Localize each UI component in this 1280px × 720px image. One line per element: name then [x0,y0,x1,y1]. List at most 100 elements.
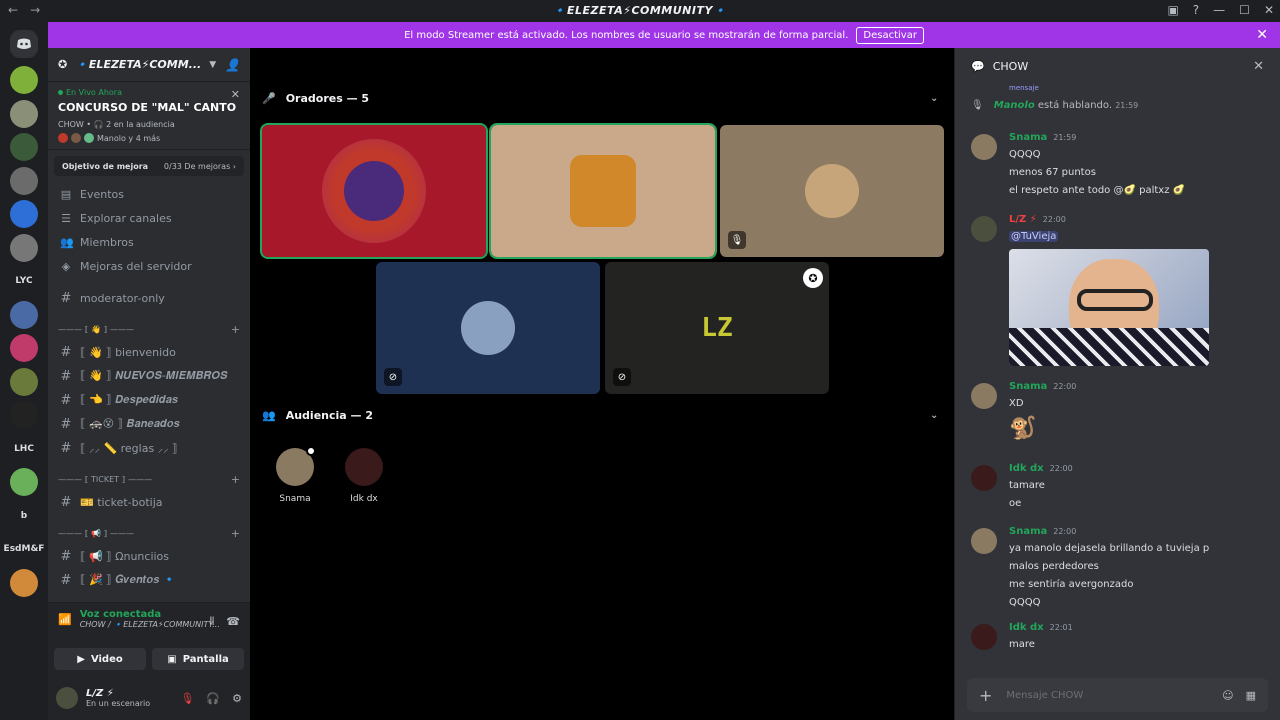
server-icon[interactable] [10,133,38,161]
invite-people-icon[interactable]: 👤 [225,58,240,72]
live-status: En Vivo Ahora [58,88,240,97]
audience-member[interactable]: Snama [275,446,316,504]
avatar[interactable] [971,528,997,554]
hash-icon: # [60,344,72,360]
menu-members[interactable]: 👥 Miembros [48,230,250,254]
live-stage-card[interactable]: En Vivo Ahora ✕ CONCURSO DE "MAL" CANTO … [48,82,250,150]
unread-hint[interactable]: mensaje [1009,84,1039,92]
channel-item[interactable]: # ⟦ 📢 ⟧ Ωnunciios [48,544,250,568]
mention[interactable]: @TuVieja [1009,231,1059,242]
category-announcements[interactable]: ——— ⟦ 📢 ⟧ ——— + [48,522,250,544]
video-button[interactable]: ▶ Video [54,648,146,670]
add-channel-icon[interactable]: + [231,527,240,540]
user-panel: L/Z ⚡ En un escenario 🎙 🎧 ⚙ [48,676,250,720]
server-icon[interactable] [10,568,38,597]
server-icon[interactable] [10,401,38,429]
menu-browse-channels[interactable]: ☰ Explorar canales [48,206,250,230]
server-header[interactable]: ✪ 🔹ELEZETA⚡COMM... ▼ 👤 [48,48,250,82]
chat-message: Idk dx 22:01 mare [971,622,1271,651]
mic-icon: 🎙 [728,231,746,249]
badge-icon [306,446,316,456]
hash-icon: # [60,290,72,306]
server-icon[interactable]: LHC [10,435,38,463]
avatar[interactable] [971,134,997,160]
server-icon[interactable] [10,66,38,94]
server-icon[interactable] [10,99,38,128]
channel-item[interactable]: # ⟦ 👈 ⟧ 𝑫𝒆𝒔𝒑𝒆𝒅𝒊𝒅𝒂𝒔 [48,388,250,412]
server-icon[interactable] [10,300,38,329]
category-welcome[interactable]: ——— ⟦ 👋 ⟧ ——— + [48,318,250,340]
server-name: 🔹ELEZETA⚡COMM... [75,58,202,71]
message-input[interactable]: Mensaje CHOW [1006,690,1083,701]
close-window-button[interactable]: ✕ [1264,3,1274,17]
mic-muted-icon[interactable]: 🎙 [180,692,194,705]
server-icon[interactable]: b [10,502,38,530]
chevron-down-icon[interactable]: ⌄ [930,93,938,104]
headphones-icon[interactable]: 🎧 [206,692,220,705]
stage-title: CONCURSO DE "MAL" CANTO [58,101,237,114]
avatar[interactable] [971,216,997,242]
noise-suppression-icon[interactable]: ⫴ [210,615,215,629]
boost-goal[interactable]: Objetivo de mejora 0/33 De mejoras › [54,156,244,176]
discord-home-icon[interactable] [10,30,38,58]
help-icon[interactable]: ? [1193,3,1199,17]
channel-item[interactable]: # ⟦ 👋 ⟧ bienvenido [48,340,250,364]
chat-message: Snama 22:00 XD 🐒 [971,381,1271,442]
channel-item[interactable]: # ⟦ 🚓😵 ⟧ 𝑩𝒂𝒏𝒆𝒂𝒅𝒐𝒔 [48,412,250,436]
speakers-header[interactable]: 🎤 Oradores — 5 ⌄ [262,92,938,105]
audience-header[interactable]: 👥 Audiencia — 2 ⌄ [262,409,938,422]
speaker-tile[interactable]: 🎙 [720,125,944,257]
gif-image[interactable] [1009,249,1209,366]
disconnect-icon[interactable]: ☎ [226,615,240,629]
chevron-down-icon[interactable]: ⌄ [930,410,938,421]
menu-events[interactable]: ▤ Eventos [48,182,250,206]
server-icon[interactable] [10,200,38,228]
gear-icon[interactable]: ⚙ [232,692,242,705]
deactivate-button[interactable]: Desactivar [856,26,924,44]
audience-member[interactable]: Idk dx [344,448,384,504]
avatar[interactable] [971,383,997,409]
moderator-icon: ✪ [803,268,823,288]
category-ticket[interactable]: ——— ⟦ TICKET ⟧ ——— + [48,468,250,490]
hash-icon: # [60,392,72,408]
hash-icon: # [60,368,72,384]
inbox-icon[interactable]: ▣ [1167,3,1178,17]
voice-channel[interactable]: CHOW / 🔹ELEZETA⚡COMMUNITY... [80,620,220,629]
channel-item[interactable]: # ⟦ 🎉 ⟧ 𝑮𝒗𝒆𝒏𝒕𝒐𝒔 🔹 [48,568,250,592]
avatar[interactable] [56,687,78,709]
emoji-icon[interactable]: ☺ [1222,689,1233,702]
message-composer[interactable]: + Mensaje CHOW ☺ ▦ [967,678,1268,712]
channel-item[interactable]: # 🎫 ticket-botija [48,490,250,514]
stage-area: 🎤 Oradores — 5 ⌄ 🎙 ⊘ LZ ✪ ⊘ 👥 Audiencia … [250,48,954,720]
server-icon[interactable] [10,233,38,262]
channel-item[interactable]: # ⟦ 👋 ⟧ 𝑵𝑼𝑬𝑽𝑶𝑺-𝑴𝑰𝑬𝑴𝑩𝑹𝑶𝑺 [48,364,250,388]
screen-share-button[interactable]: ▣ Pantalla [152,648,244,670]
speaker-tile[interactable] [489,123,717,259]
monkey-emoji: 🐒 [1009,416,1037,441]
server-icon[interactable] [10,166,38,195]
add-channel-icon[interactable]: + [231,473,240,486]
server-icon[interactable]: EsdM&F [4,535,45,563]
speaker-tile[interactable]: ⊘ [376,262,600,394]
avatar[interactable] [971,624,997,650]
server-icon[interactable] [10,367,38,396]
speaker-tile[interactable]: LZ ✪ ⊘ [605,262,829,394]
minimize-button[interactable]: — [1213,3,1225,17]
speaker-tile[interactable] [260,123,488,259]
maximize-button[interactable]: ☐ [1239,3,1250,17]
channel-moderator-only[interactable]: # moderator-only [48,286,250,310]
channel-sidebar: ✪ 🔹ELEZETA⚡COMM... ▼ 👤 En Vivo Ahora ✕ C… [48,48,250,720]
add-channel-icon[interactable]: + [231,323,240,336]
close-banner-button[interactable]: ✕ [1256,27,1268,43]
avatar[interactable] [971,465,997,491]
voice-connection-panel: 📶 Voz conectada CHOW / 🔹ELEZETA⚡COMMUNIT… [48,602,250,676]
server-icon[interactable] [10,334,38,362]
close-chat-button[interactable]: ✕ [1253,59,1264,74]
channel-item[interactable]: # ⟦ ⸝⸝ 📏 reglas ⸝⸝ ⟧ [48,436,250,460]
close-icon[interactable]: ✕ [231,88,240,101]
apps-icon[interactable]: ▦ [1246,689,1256,702]
add-attachment-icon[interactable]: + [979,686,992,705]
menu-server-boosts[interactable]: ◈ Mejoras del servidor [48,254,250,278]
server-icon[interactable] [10,468,38,496]
server-icon[interactable]: LYC [10,267,38,295]
